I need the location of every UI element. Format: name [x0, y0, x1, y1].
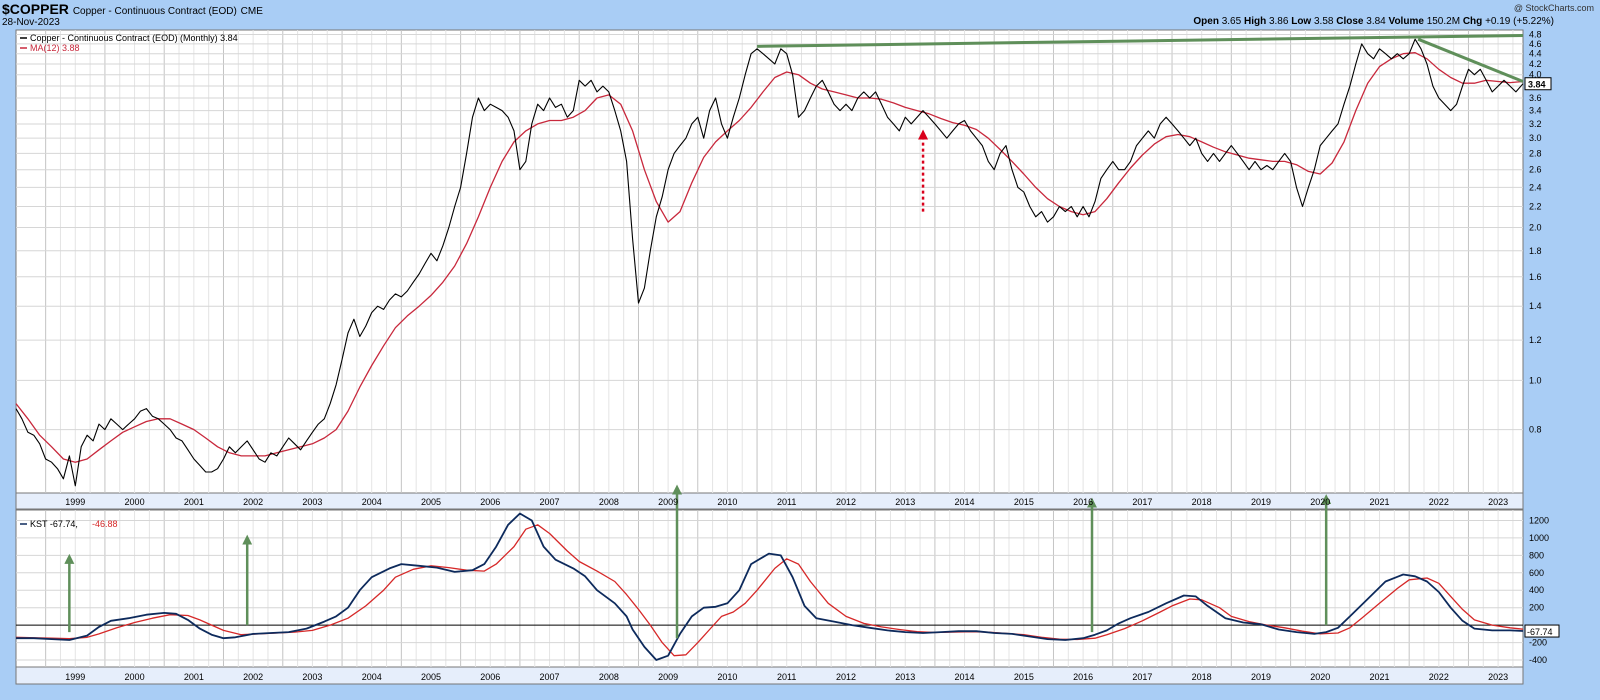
kst-last-label: -67.74 [1527, 627, 1553, 637]
kst-xtick-label: 2003 [302, 672, 322, 682]
price-xtick-label: 2015 [1014, 497, 1034, 507]
price-xtick-label: 2010 [717, 497, 737, 507]
kst-ytick-label: 800 [1529, 550, 1544, 560]
kst-xtick-label: 2013 [895, 672, 915, 682]
price-xtick-label: 2020 [1310, 497, 1330, 507]
price-xtick-label: 2014 [955, 497, 975, 507]
price-ytick-label: 4.2 [1529, 59, 1542, 69]
kst-xtick-label: 1999 [65, 672, 85, 682]
kst-xtick-label: 2010 [717, 672, 737, 682]
kst-ytick-label: -200 [1529, 638, 1547, 648]
price-ytick-label: 2.6 [1529, 165, 1542, 175]
price-ytick-label: 4.4 [1529, 49, 1542, 59]
price-xtick-label: 2016 [1073, 497, 1093, 507]
kst-xtick-label: 2002 [243, 672, 263, 682]
kst-xtick-label: 2000 [125, 672, 145, 682]
price-ytick-label: 4.8 [1529, 30, 1542, 40]
price-xtick-label: 2012 [836, 497, 856, 507]
price-xaxis-strip [15, 492, 1524, 510]
plot-backgrounds [15, 29, 1524, 685]
kst-ytick-label: 1200 [1529, 515, 1549, 525]
price-legend-label: Copper - Continuous Contract (EOD) (Mont… [30, 33, 238, 43]
price-xtick-label: 2008 [599, 497, 619, 507]
kst-xtick-label: 2019 [1251, 672, 1271, 682]
kst-ytick-label: 1000 [1529, 533, 1549, 543]
kst-xtick-label: 2020 [1310, 672, 1330, 682]
price-xtick-label: 2002 [243, 497, 263, 507]
price-xtick-label: 2006 [480, 497, 500, 507]
price-xtick-label: 2000 [125, 497, 145, 507]
price-xtick-label: 2004 [362, 497, 382, 507]
price-xtick-label: 2023 [1488, 497, 1508, 507]
kst-xtick-label: 2008 [599, 672, 619, 682]
price-xtick-label: 2019 [1251, 497, 1271, 507]
price-ytick-label: 2.4 [1529, 182, 1542, 192]
kst-xtick-label: 2014 [955, 672, 975, 682]
price-xtick-label: 2003 [302, 497, 322, 507]
price-ytick-label: 2.2 [1529, 202, 1542, 212]
kst-xtick-label: 2018 [1192, 672, 1212, 682]
price-ytick-label: 3.0 [1529, 133, 1542, 143]
price-ytick-label: 0.8 [1529, 425, 1542, 435]
kst-panel-bg [15, 509, 1524, 668]
price-panel-bg [15, 29, 1524, 494]
price-xtick-label: 2011 [777, 497, 796, 507]
kst-ytick-label: 200 [1529, 603, 1544, 613]
kst-ytick-label: 400 [1529, 585, 1544, 595]
kst-xtick-label: 2009 [658, 672, 678, 682]
kst-xtick-label: 2021 [1370, 672, 1390, 682]
price-ytick-label: 1.4 [1529, 301, 1542, 311]
kst-xtick-label: 2005 [421, 672, 441, 682]
price-last-label: 3.84 [1528, 80, 1546, 90]
price-xtick-label: 2021 [1370, 497, 1390, 507]
price-xtick-label: 2022 [1429, 497, 1449, 507]
kst-xtick-label: 2011 [777, 672, 796, 682]
price-ytick-label: 1.8 [1529, 246, 1542, 256]
price-xtick-label: 2013 [895, 497, 915, 507]
kst-xtick-label: 2017 [1132, 672, 1152, 682]
price-ytick-label: 3.4 [1529, 106, 1542, 116]
kst-xtick-label: 2022 [1429, 672, 1449, 682]
price-xtick-label: 2005 [421, 497, 441, 507]
copper-chart: 0.8 1.0 1.2 1.4 1.6 1.8 2.0 2.2 2.4 2.6 2.8 3.0 3.2 3… [15, 29, 1560, 685]
kst-xaxis-strip [15, 666, 1524, 685]
price-xtick-label: 1999 [65, 497, 85, 507]
kst-xtick-label: 2001 [184, 672, 204, 682]
price-ytick-label: 1.6 [1529, 272, 1542, 282]
kst-xtick-label: 2007 [540, 672, 560, 682]
kst-xtick-label: 2006 [480, 672, 500, 682]
price-xtick-label: 2001 [184, 497, 204, 507]
ma-legend-label: MA(12) 3.88 [30, 43, 80, 53]
price-xtick-label: 2009 [658, 497, 678, 507]
price-ytick-label: 2.8 [1529, 148, 1542, 158]
price-ytick-label: 2.0 [1529, 223, 1542, 233]
kst-xtick-label: 2023 [1488, 672, 1508, 682]
price-ytick-label: 3.6 [1529, 93, 1542, 103]
price-xtick-label: 2007 [540, 497, 560, 507]
price-ytick-label: 3.2 [1529, 119, 1542, 129]
price-ytick-label: 1.2 [1529, 335, 1542, 345]
kst-xtick-label: 2015 [1014, 672, 1034, 682]
kst-legend-label: KST -67.74, [30, 519, 78, 529]
price-ytick-label: 1.0 [1529, 375, 1542, 385]
price-ytick-label: 4.6 [1529, 39, 1542, 49]
price-xtick-label: 2017 [1132, 497, 1152, 507]
kst-ytick-label: -400 [1529, 655, 1547, 665]
price-xtick-label: 2018 [1192, 497, 1212, 507]
kst-xtick-label: 2016 [1073, 672, 1093, 682]
kst-xtick-label: 2012 [836, 672, 856, 682]
kst-signal-legend-label: -46.88 [92, 519, 118, 529]
kst-xtick-label: 2004 [362, 672, 382, 682]
kst-ytick-label: 600 [1529, 568, 1544, 578]
